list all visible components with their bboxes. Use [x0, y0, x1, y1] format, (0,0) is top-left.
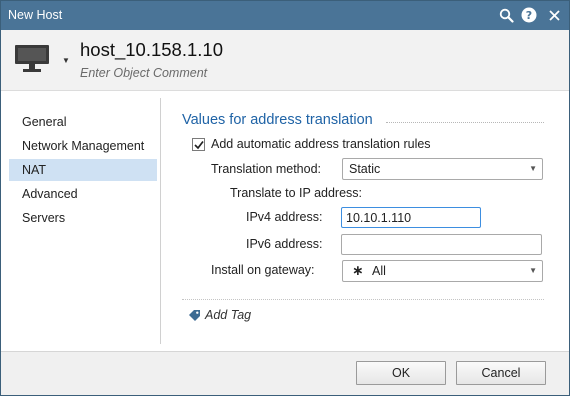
ipv4-address-input[interactable]: 10.10.1.110 [341, 207, 481, 228]
section-divider [386, 122, 544, 123]
auto-rules-checkbox[interactable] [192, 138, 205, 151]
host-icon [15, 45, 49, 72]
ok-button[interactable]: OK [356, 361, 446, 385]
search-button[interactable] [496, 5, 516, 25]
install-on-gateway-label: Install on gateway: [211, 263, 315, 277]
help-icon: ? [521, 7, 537, 23]
close-icon [548, 9, 560, 21]
window-title: New Host [8, 8, 63, 22]
translation-method-select[interactable]: Static ▼ [342, 158, 543, 180]
sidebar-item-general[interactable]: General [9, 111, 157, 133]
checkmark-icon [193, 140, 204, 149]
translation-method-value: Static [349, 162, 381, 176]
search-icon [499, 8, 514, 23]
translation-method-label: Translation method: [211, 162, 322, 176]
object-comment-field[interactable]: Enter Object Comment [80, 66, 207, 80]
sidebar-item-network-management[interactable]: Network Management [9, 135, 157, 157]
tags-divider [182, 299, 544, 300]
add-tag-link[interactable]: Add Tag [205, 308, 251, 322]
chevron-down-icon: ▼ [529, 266, 537, 275]
object-header: ▼ host_10.158.1.10 Enter Object Comment [1, 30, 569, 91]
ipv6-address-input[interactable] [341, 234, 542, 255]
cancel-button[interactable]: Cancel [456, 361, 546, 385]
icon-dropdown-caret[interactable]: ▼ [62, 56, 70, 65]
dialog-footer: OK Cancel [1, 351, 569, 395]
sidebar-item-advanced[interactable]: Advanced [9, 183, 157, 205]
auto-rules-label[interactable]: Add automatic address translation rules [211, 137, 431, 151]
asterisk-icon: ∗ [352, 262, 364, 278]
sidebar-nav: General Network Management NAT Advanced … [9, 98, 161, 344]
sidebar-item-nat[interactable]: NAT [9, 159, 157, 181]
translate-to-label: Translate to IP address: [230, 186, 363, 200]
ipv4-label: IPv4 address: [246, 210, 323, 224]
ipv6-label: IPv6 address: [246, 237, 323, 251]
new-host-window: New Host ? ▼ host_10.158.1.10 Enter Obje… [0, 0, 570, 396]
svg-text:?: ? [526, 9, 532, 22]
install-on-gateway-select[interactable]: ∗ All ▼ [342, 260, 543, 282]
ipv4-address-value: 10.10.1.110 [346, 211, 412, 225]
title-bar: New Host ? [1, 1, 569, 30]
install-on-gateway-value: All [372, 264, 386, 278]
chevron-down-icon: ▼ [529, 164, 537, 173]
object-name[interactable]: host_10.158.1.10 [80, 39, 223, 61]
sidebar-item-servers[interactable]: Servers [9, 207, 157, 229]
section-title: Values for address translation [182, 112, 373, 128]
tag-icon [189, 310, 200, 321]
help-button[interactable]: ? [519, 5, 539, 25]
close-button[interactable] [544, 5, 564, 25]
